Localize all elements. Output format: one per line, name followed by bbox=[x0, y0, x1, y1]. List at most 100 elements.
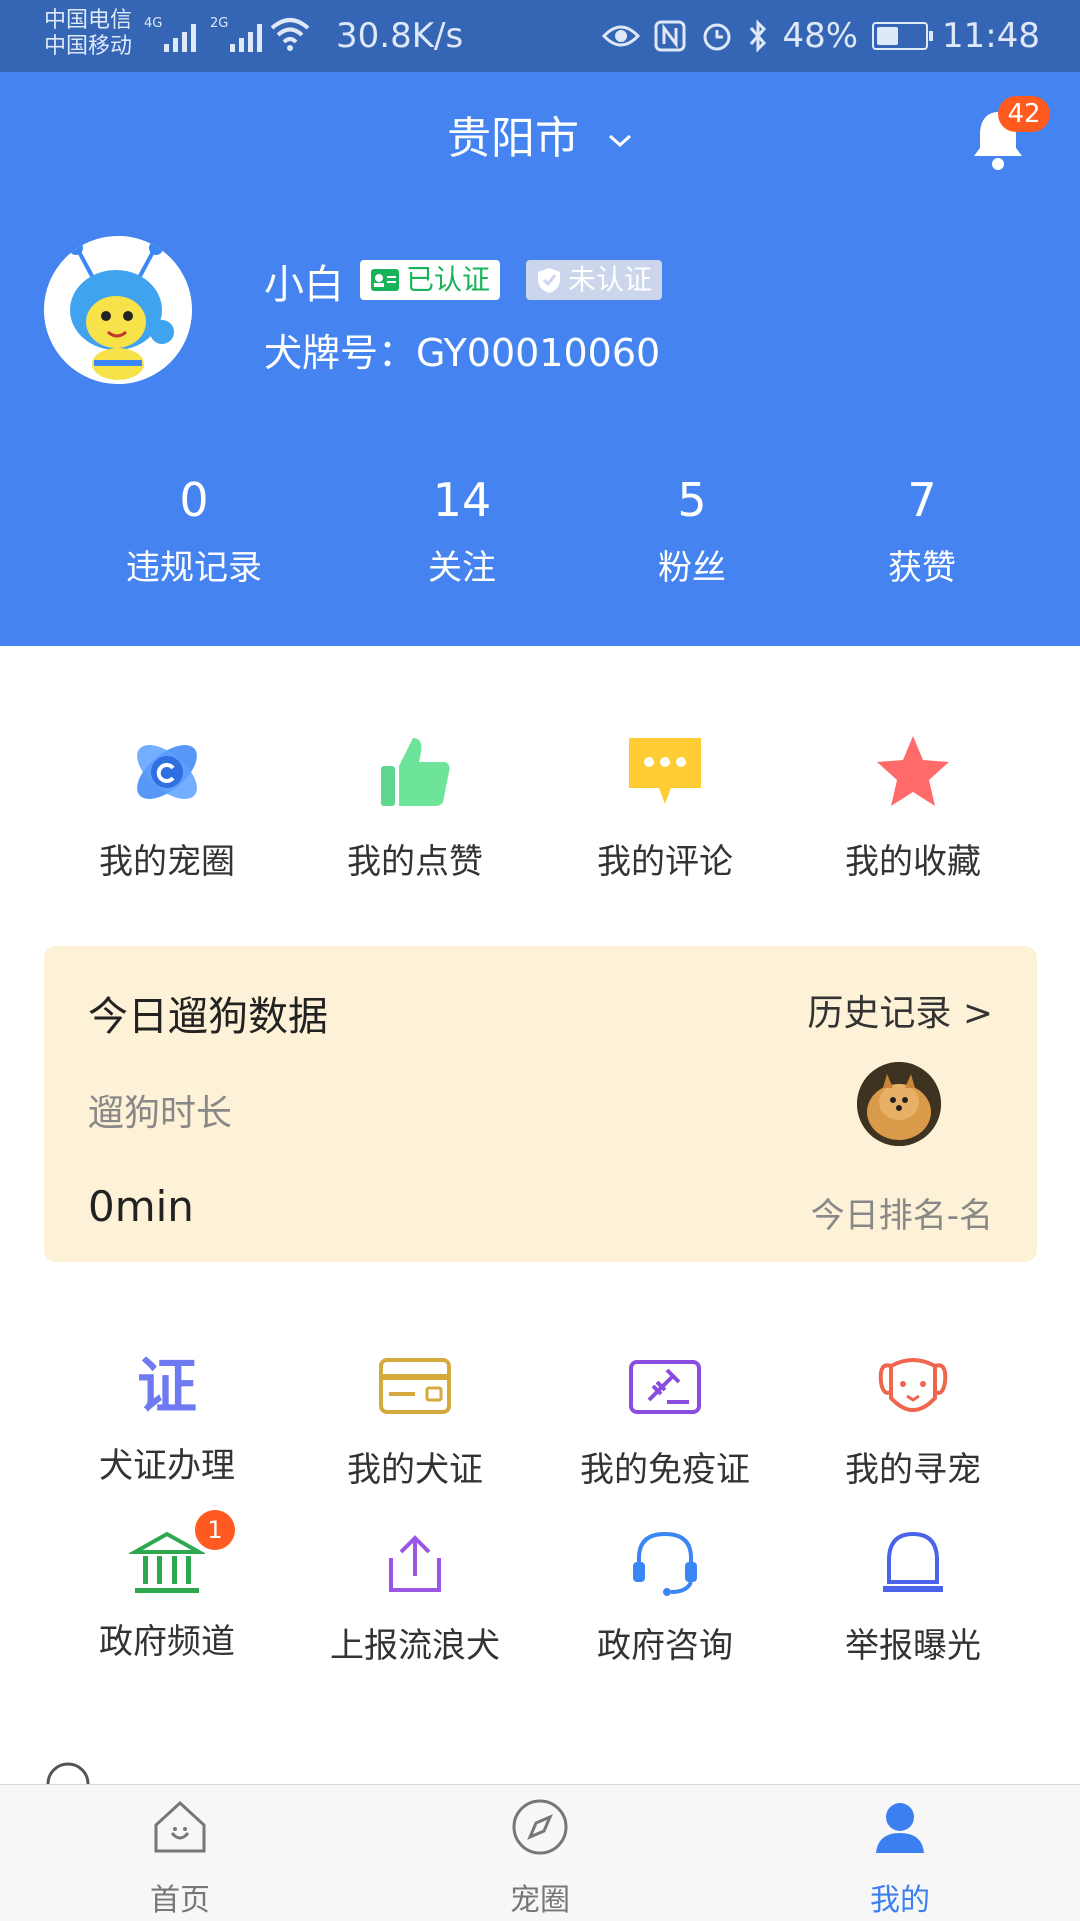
user-icon bbox=[876, 1803, 924, 1853]
carrier-2: 中国移动 bbox=[44, 34, 133, 59]
government-building-wrap: 1 bbox=[127, 1510, 235, 1598]
service-label: 举报曝光 bbox=[845, 1626, 981, 1666]
planet-icon bbox=[137, 745, 197, 799]
bluetooth-icon bbox=[750, 19, 767, 53]
certificate-icon: 证 bbox=[137, 1352, 197, 1422]
service-label: 我的寻宠 bbox=[845, 1450, 981, 1490]
dog-tag-number: 犬牌号：GY00010060 bbox=[264, 331, 661, 375]
stat-value: 5 bbox=[677, 473, 707, 527]
shield-icon bbox=[538, 268, 560, 293]
verified-badge: 已认证 bbox=[360, 260, 501, 300]
service-immunity-cert[interactable]: 我的免疫证 bbox=[540, 1352, 790, 1491]
upload-icon bbox=[389, 1535, 441, 1592]
nfc-icon bbox=[654, 20, 686, 52]
home-icon bbox=[154, 1800, 206, 1853]
unverified-badge[interactable]: 未认证 bbox=[526, 260, 663, 300]
stat-value: 0 bbox=[179, 473, 209, 527]
network-speed: 30.8K/s bbox=[336, 16, 464, 56]
carrier-labels: 中国电信 中国移动 bbox=[44, 8, 132, 60]
dog-face-icon bbox=[878, 1358, 948, 1412]
tab-label: 首页 bbox=[150, 1883, 210, 1918]
walk-data-card: 今日遛狗数据 历史记录 > 遛狗时长 0min 今日排名-名 bbox=[44, 946, 1037, 1262]
service-label: 上报流浪犬 bbox=[330, 1626, 500, 1666]
service-label: 政府频道 bbox=[99, 1622, 235, 1662]
today-rank: 今日排名-名 bbox=[810, 1196, 993, 1236]
signal-icon bbox=[164, 20, 196, 52]
tab-pet-circle[interactable]: 宠圈 bbox=[360, 1785, 720, 1921]
quick-my-pet-circle[interactable]: 我的宠圈 bbox=[42, 732, 292, 883]
city-selector[interactable]: 贵阳市 bbox=[0, 102, 1080, 166]
thumbs-up-icon bbox=[381, 738, 450, 806]
history-link[interactable]: 历史记录 > bbox=[807, 984, 993, 1036]
battery-percent: 48% bbox=[782, 16, 859, 56]
headset-icon bbox=[633, 1531, 697, 1596]
tab-mine[interactable]: 我的 bbox=[720, 1785, 1080, 1921]
walk-card-title: 今日遛狗数据 bbox=[88, 994, 328, 1040]
gov-channel-badge: 1 bbox=[195, 1510, 235, 1550]
quick-action-label: 我的收藏 bbox=[845, 842, 981, 882]
id-card-icon bbox=[379, 1358, 451, 1414]
signal-icon-2 bbox=[230, 20, 262, 52]
alarm-light-icon bbox=[883, 1531, 943, 1592]
unverified-label: 未认证 bbox=[568, 263, 653, 296]
id-card-verified-icon bbox=[371, 269, 399, 291]
stat-likes[interactable]: 7 获赞 bbox=[822, 472, 1022, 589]
carrier-1: 中国电信 bbox=[44, 8, 133, 33]
bottom-tab-bar: 首页 宠圈 我的 bbox=[0, 1784, 1080, 1921]
vaccine-icon bbox=[629, 1360, 701, 1414]
pomeranian-photo-icon bbox=[857, 1062, 941, 1146]
status-right: 48% 11:48 bbox=[602, 16, 1040, 56]
next-section-peek bbox=[44, 1760, 1036, 1784]
stat-label: 获赞 bbox=[888, 548, 956, 588]
service-report-stray[interactable]: 上报流浪犬 bbox=[290, 1528, 540, 1667]
stat-value: 14 bbox=[432, 473, 492, 527]
quick-my-comments[interactable]: 我的评论 bbox=[540, 732, 790, 883]
service-gov-consult[interactable]: 政府咨询 bbox=[540, 1528, 790, 1667]
network-type-1: 4G bbox=[144, 16, 163, 31]
walk-duration-value: 0min bbox=[88, 1182, 194, 1231]
stat-label: 违规记录 bbox=[126, 548, 262, 588]
clock: 11:48 bbox=[942, 16, 1040, 56]
service-my-dog-license[interactable]: 我的犬证 bbox=[290, 1352, 540, 1491]
chevron-down-icon bbox=[608, 134, 632, 148]
government-building-icon bbox=[127, 1531, 207, 1593]
username: 小白 bbox=[264, 262, 344, 308]
quick-action-label: 我的评论 bbox=[597, 842, 733, 882]
compass-icon bbox=[512, 1799, 568, 1855]
service-find-pet[interactable]: 我的寻宠 bbox=[788, 1352, 1038, 1491]
service-government-channel[interactable]: 1 政府频道 bbox=[42, 1510, 292, 1663]
profile-header: 贵阳市 42 小白 已认证 未认证 犬牌号：GY00010060 0 违规记录 … bbox=[0, 72, 1080, 646]
tab-home[interactable]: 首页 bbox=[0, 1785, 360, 1921]
stat-label: 关注 bbox=[428, 548, 496, 588]
stat-following[interactable]: 14 关注 bbox=[362, 472, 562, 589]
service-dog-license[interactable]: 证 犬证办理 bbox=[42, 1352, 292, 1487]
wifi-icon bbox=[270, 18, 310, 51]
eye-icon bbox=[602, 25, 641, 47]
stat-value: 7 bbox=[907, 473, 937, 527]
battery-level bbox=[877, 27, 899, 45]
stat-label: 粉丝 bbox=[658, 548, 726, 588]
status-bar: 中国电信 中国移动 4G 2G 30.8K/s 48% 11:48 bbox=[0, 0, 1080, 72]
quick-action-label: 我的点赞 bbox=[347, 842, 483, 882]
service-label: 我的免疫证 bbox=[580, 1450, 750, 1490]
service-label: 政府咨询 bbox=[597, 1626, 733, 1666]
battery-icon bbox=[872, 22, 934, 50]
alarm-icon bbox=[703, 23, 731, 51]
quick-my-likes[interactable]: 我的点赞 bbox=[290, 732, 540, 883]
star-icon bbox=[877, 736, 949, 806]
service-label: 我的犬证 bbox=[347, 1450, 483, 1490]
comment-icon bbox=[629, 738, 701, 804]
stat-fans[interactable]: 5 粉丝 bbox=[592, 472, 792, 589]
notification-badge: 42 bbox=[998, 96, 1050, 132]
walk-duration-label: 遛狗时长 bbox=[88, 1093, 233, 1134]
stat-violations[interactable]: 0 违规记录 bbox=[94, 472, 294, 589]
dog-avatar[interactable] bbox=[857, 1062, 941, 1146]
quick-action-label: 我的宠圈 bbox=[99, 842, 235, 882]
bee-mascot-icon bbox=[44, 236, 192, 384]
avatar[interactable] bbox=[44, 236, 192, 384]
service-report-exposure[interactable]: 举报曝光 bbox=[788, 1528, 1038, 1667]
partial-icon bbox=[46, 1762, 90, 1784]
city-label: 贵阳市 bbox=[447, 113, 579, 164]
tab-label: 宠圈 bbox=[510, 1883, 570, 1918]
quick-my-favorites[interactable]: 我的收藏 bbox=[788, 732, 1038, 883]
